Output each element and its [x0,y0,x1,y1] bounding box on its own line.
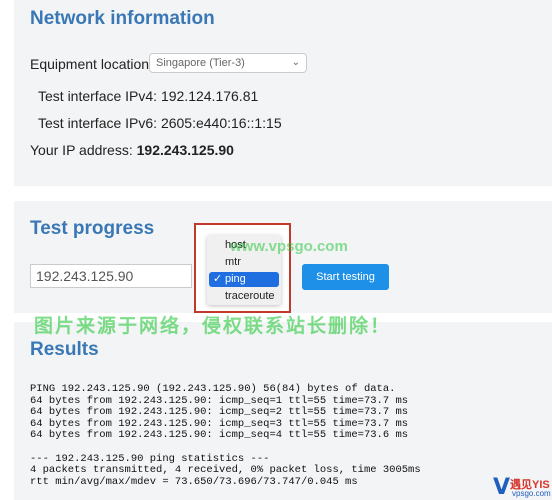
checkmark-icon: ✓ [213,273,223,285]
equipment-location-select[interactable]: Singapore (Tier-3) ⌄ [149,53,307,73]
method-option-mtr[interactable]: mtr [209,255,279,270]
ipv6-label: Test interface IPv6: [38,115,158,131]
test-progress-title: Test progress [30,218,155,239]
ipv6-value: 2605:e440:16::1:15 [160,115,282,131]
logo-letter: V [493,475,511,500]
method-option-traceroute[interactable]: traceroute [209,289,279,304]
ipv4-label: Test interface IPv4: [38,88,158,104]
ipv4-row: Test interface IPv4: 192.124.176.81 [38,88,258,104]
network-information-panel: Network information Equipment location: … [14,0,552,186]
ipv6-row: Test interface IPv6: 2605:e440:16::1:15 [38,115,282,131]
watermark-url: www.vpsgo.com [230,238,348,255]
your-ip-row: Your IP address: 192.243.125.90 [30,142,234,158]
equipment-location-label: Equipment location: [30,56,153,72]
ping-output: PING 192.243.125.90 (192.243.125.90) 56(… [30,383,421,488]
start-testing-button[interactable]: Start testing [302,264,389,290]
equipment-location-value: Singapore (Tier-3) [156,57,245,69]
results-title: Results [30,339,99,360]
watermark-notice: 图片来源于网络，侵权联系站长删除！ [34,316,392,337]
network-information-title: Network information [30,8,215,29]
your-ip-value: 192.243.125.90 [136,142,234,158]
corner-logo: V 遇见YIS vpsgo.com [493,475,551,500]
logo-en-text: vpsgo.com [512,489,551,498]
your-ip-label: Your IP address: [30,142,133,158]
method-option-ping[interactable]: ✓ ping [209,272,279,287]
results-panel: Results PING 192.243.125.90 (192.243.125… [14,322,552,500]
ipv4-value: 192.124.176.81 [160,88,259,104]
method-highlight-frame: host mtr ✓ ping traceroute [194,223,291,313]
target-ip-input[interactable]: 192.243.125.90 [30,264,192,288]
chevron-down-icon: ⌄ [291,57,300,68]
